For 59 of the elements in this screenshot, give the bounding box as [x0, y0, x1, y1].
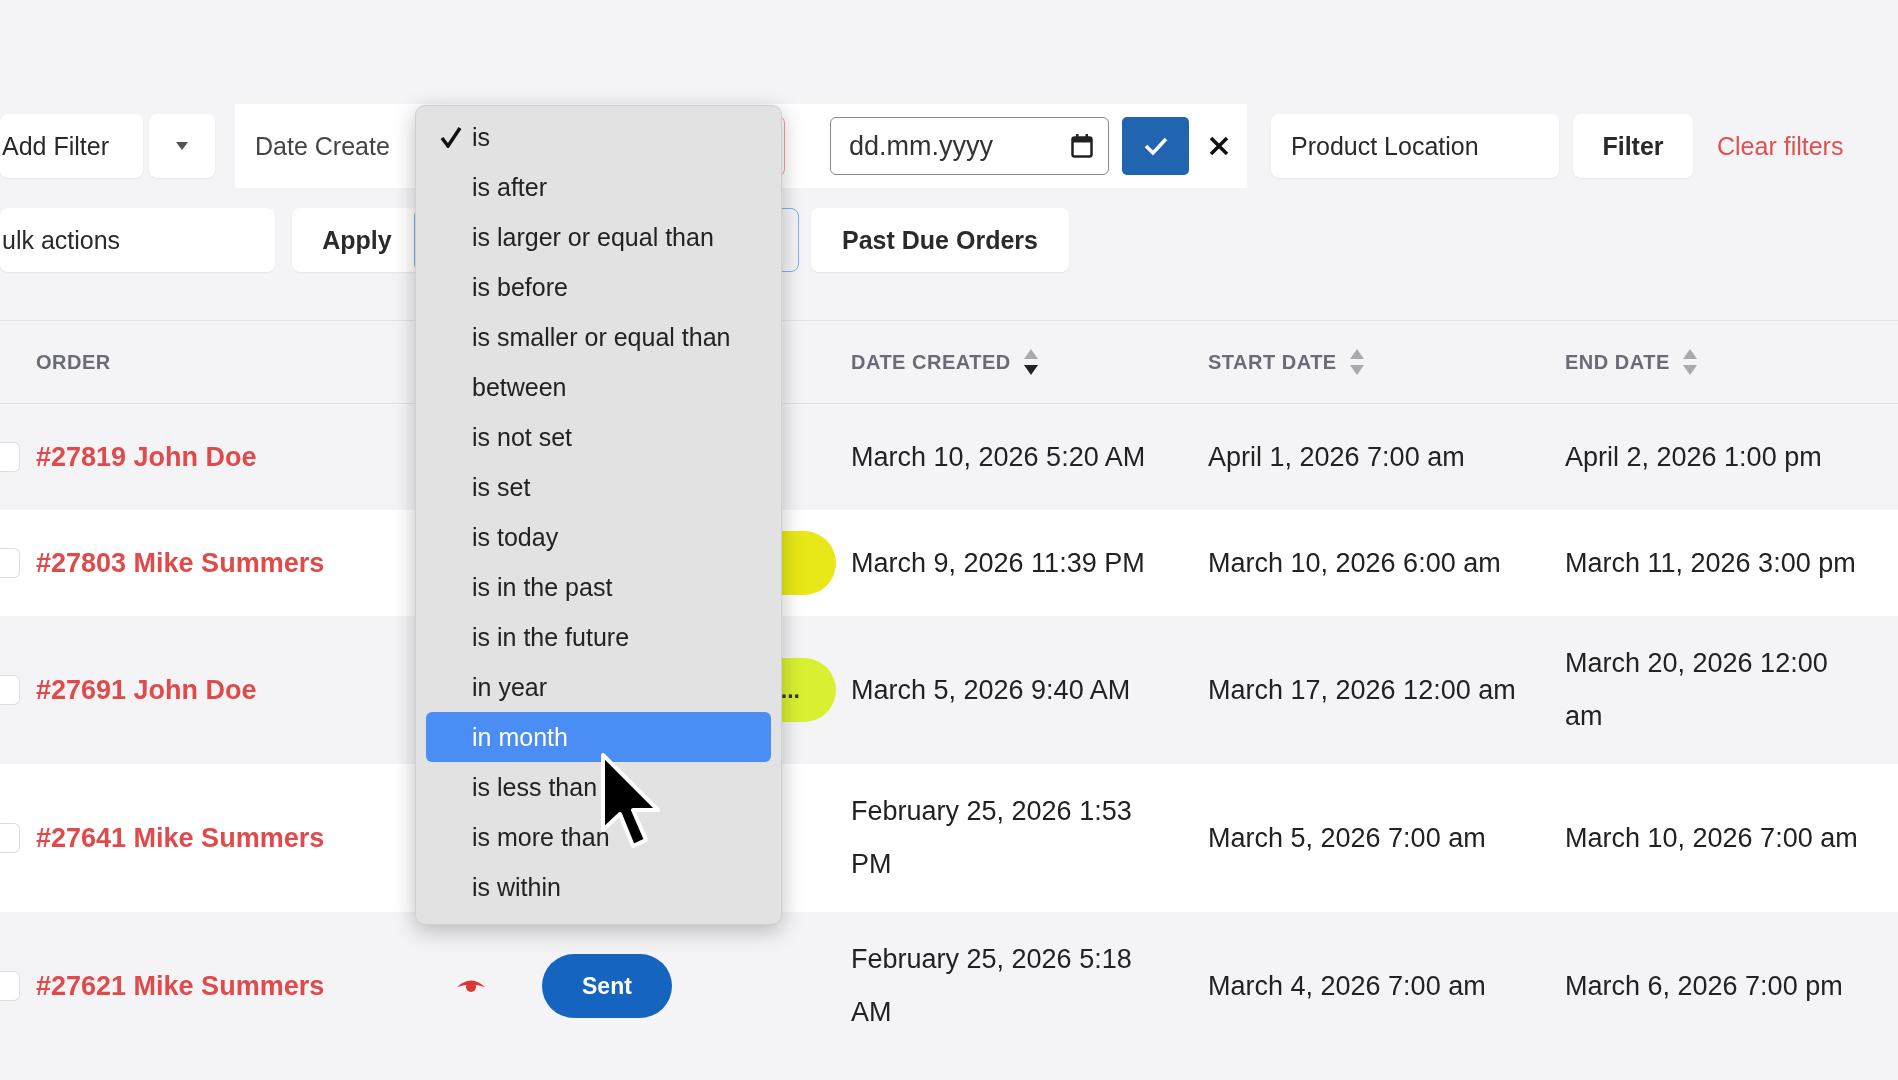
menu-option[interactable]: is set [426, 462, 771, 512]
menu-option[interactable]: is before [426, 262, 771, 312]
row-checkbox[interactable] [0, 823, 20, 853]
order-link[interactable]: #27803 Mike Summers [36, 536, 325, 590]
check-icon [1143, 136, 1168, 156]
menu-option[interactable]: is more than [426, 812, 771, 862]
order-link[interactable]: #27691 John Doe [36, 663, 257, 717]
date-created-cell-text: February 25, 2026 1:53 PM [851, 795, 1133, 881]
confirm-button[interactable] [1122, 117, 1189, 175]
sort-icon[interactable] [1022, 348, 1039, 376]
field-select[interactable]: Date Create [235, 131, 415, 161]
order-link[interactable]: #27641 Mike Summers [36, 811, 325, 865]
row-checkbox[interactable] [0, 442, 20, 472]
eye-icon[interactable] [456, 978, 486, 994]
column-header[interactable]: START DATE [1208, 350, 1337, 374]
column-header[interactable]: END DATE [1565, 350, 1670, 374]
date-created-cell-text: March 10, 2026 5:20 AM [851, 440, 1146, 474]
menu-option[interactable]: between [426, 362, 771, 412]
close-icon[interactable] [1209, 136, 1229, 156]
calendar-icon[interactable] [1071, 134, 1093, 158]
menu-option[interactable]: is larger or equal than [426, 212, 771, 262]
column-header[interactable]: ORDER [36, 350, 111, 374]
row-checkbox[interactable] [0, 548, 20, 578]
clear-filters-link[interactable]: Clear filters [1717, 131, 1844, 161]
end-date-cell-text: March 10, 2026 7:00 am [1565, 821, 1858, 855]
start-date-cell-text: March 5, 2026 7:00 am [1208, 821, 1486, 855]
start-date-cell-text: April 1, 2026 7:00 am [1208, 440, 1465, 474]
start-date-cell-text: March 4, 2026 7:00 am [1208, 969, 1486, 1003]
menu-option[interactable]: is after [426, 162, 771, 212]
order-link[interactable]: #27819 John Doe [36, 430, 257, 484]
date-input[interactable]: dd.mm.yyyy [830, 117, 1109, 175]
end-date-cell-text: April 2, 2026 1:00 pm [1565, 440, 1822, 474]
bulk-actions-select[interactable]: ulk actions [0, 208, 275, 272]
order-link[interactable]: #27621 Mike Summers [36, 959, 325, 1013]
filter-button[interactable]: Filter [1573, 114, 1693, 178]
date-created-cell-text: March 5, 2026 9:40 AM [851, 673, 1131, 707]
status-button[interactable]: Sent [542, 954, 672, 1018]
menu-option[interactable]: is [426, 112, 771, 162]
dropdown-button[interactable] [149, 114, 215, 178]
caret-icon [176, 142, 188, 150]
row-checkbox[interactable] [0, 971, 20, 1001]
menu-option[interactable]: is today [426, 512, 771, 562]
menu-option[interactable]: is not set [426, 412, 771, 462]
menu-option[interactable]: is within [426, 862, 771, 912]
end-date-cell-text: March 6, 2026 7:00 pm [1565, 969, 1843, 1003]
past-due-orders-button[interactable]: Past Due Orders [811, 208, 1069, 272]
location-select[interactable]: Product Location [1271, 114, 1559, 178]
row-checkbox[interactable] [0, 675, 20, 705]
end-date-cell-text: March 11, 2026 3:00 pm [1565, 546, 1856, 580]
date-created-cell-text: February 25, 2026 5:18 AM [851, 943, 1133, 1029]
menu-option[interactable]: is smaller or equal than [426, 312, 771, 362]
start-date-cell-text: March 17, 2026 12:00 am [1208, 673, 1516, 707]
start-date-cell-text: March 10, 2026 6:00 am [1208, 546, 1501, 580]
menu-option[interactable]: is less than [426, 762, 771, 812]
end-date-cell-text: March 20, 2026 12:00 am [1565, 647, 1829, 733]
column-header[interactable]: DATE CREATED [851, 350, 1011, 374]
date-created-cell-text: March 9, 2026 11:39 PM [851, 546, 1145, 580]
add-filter-button[interactable]: Add Filter [0, 114, 143, 178]
menu-option[interactable]: is in the past [426, 562, 771, 612]
